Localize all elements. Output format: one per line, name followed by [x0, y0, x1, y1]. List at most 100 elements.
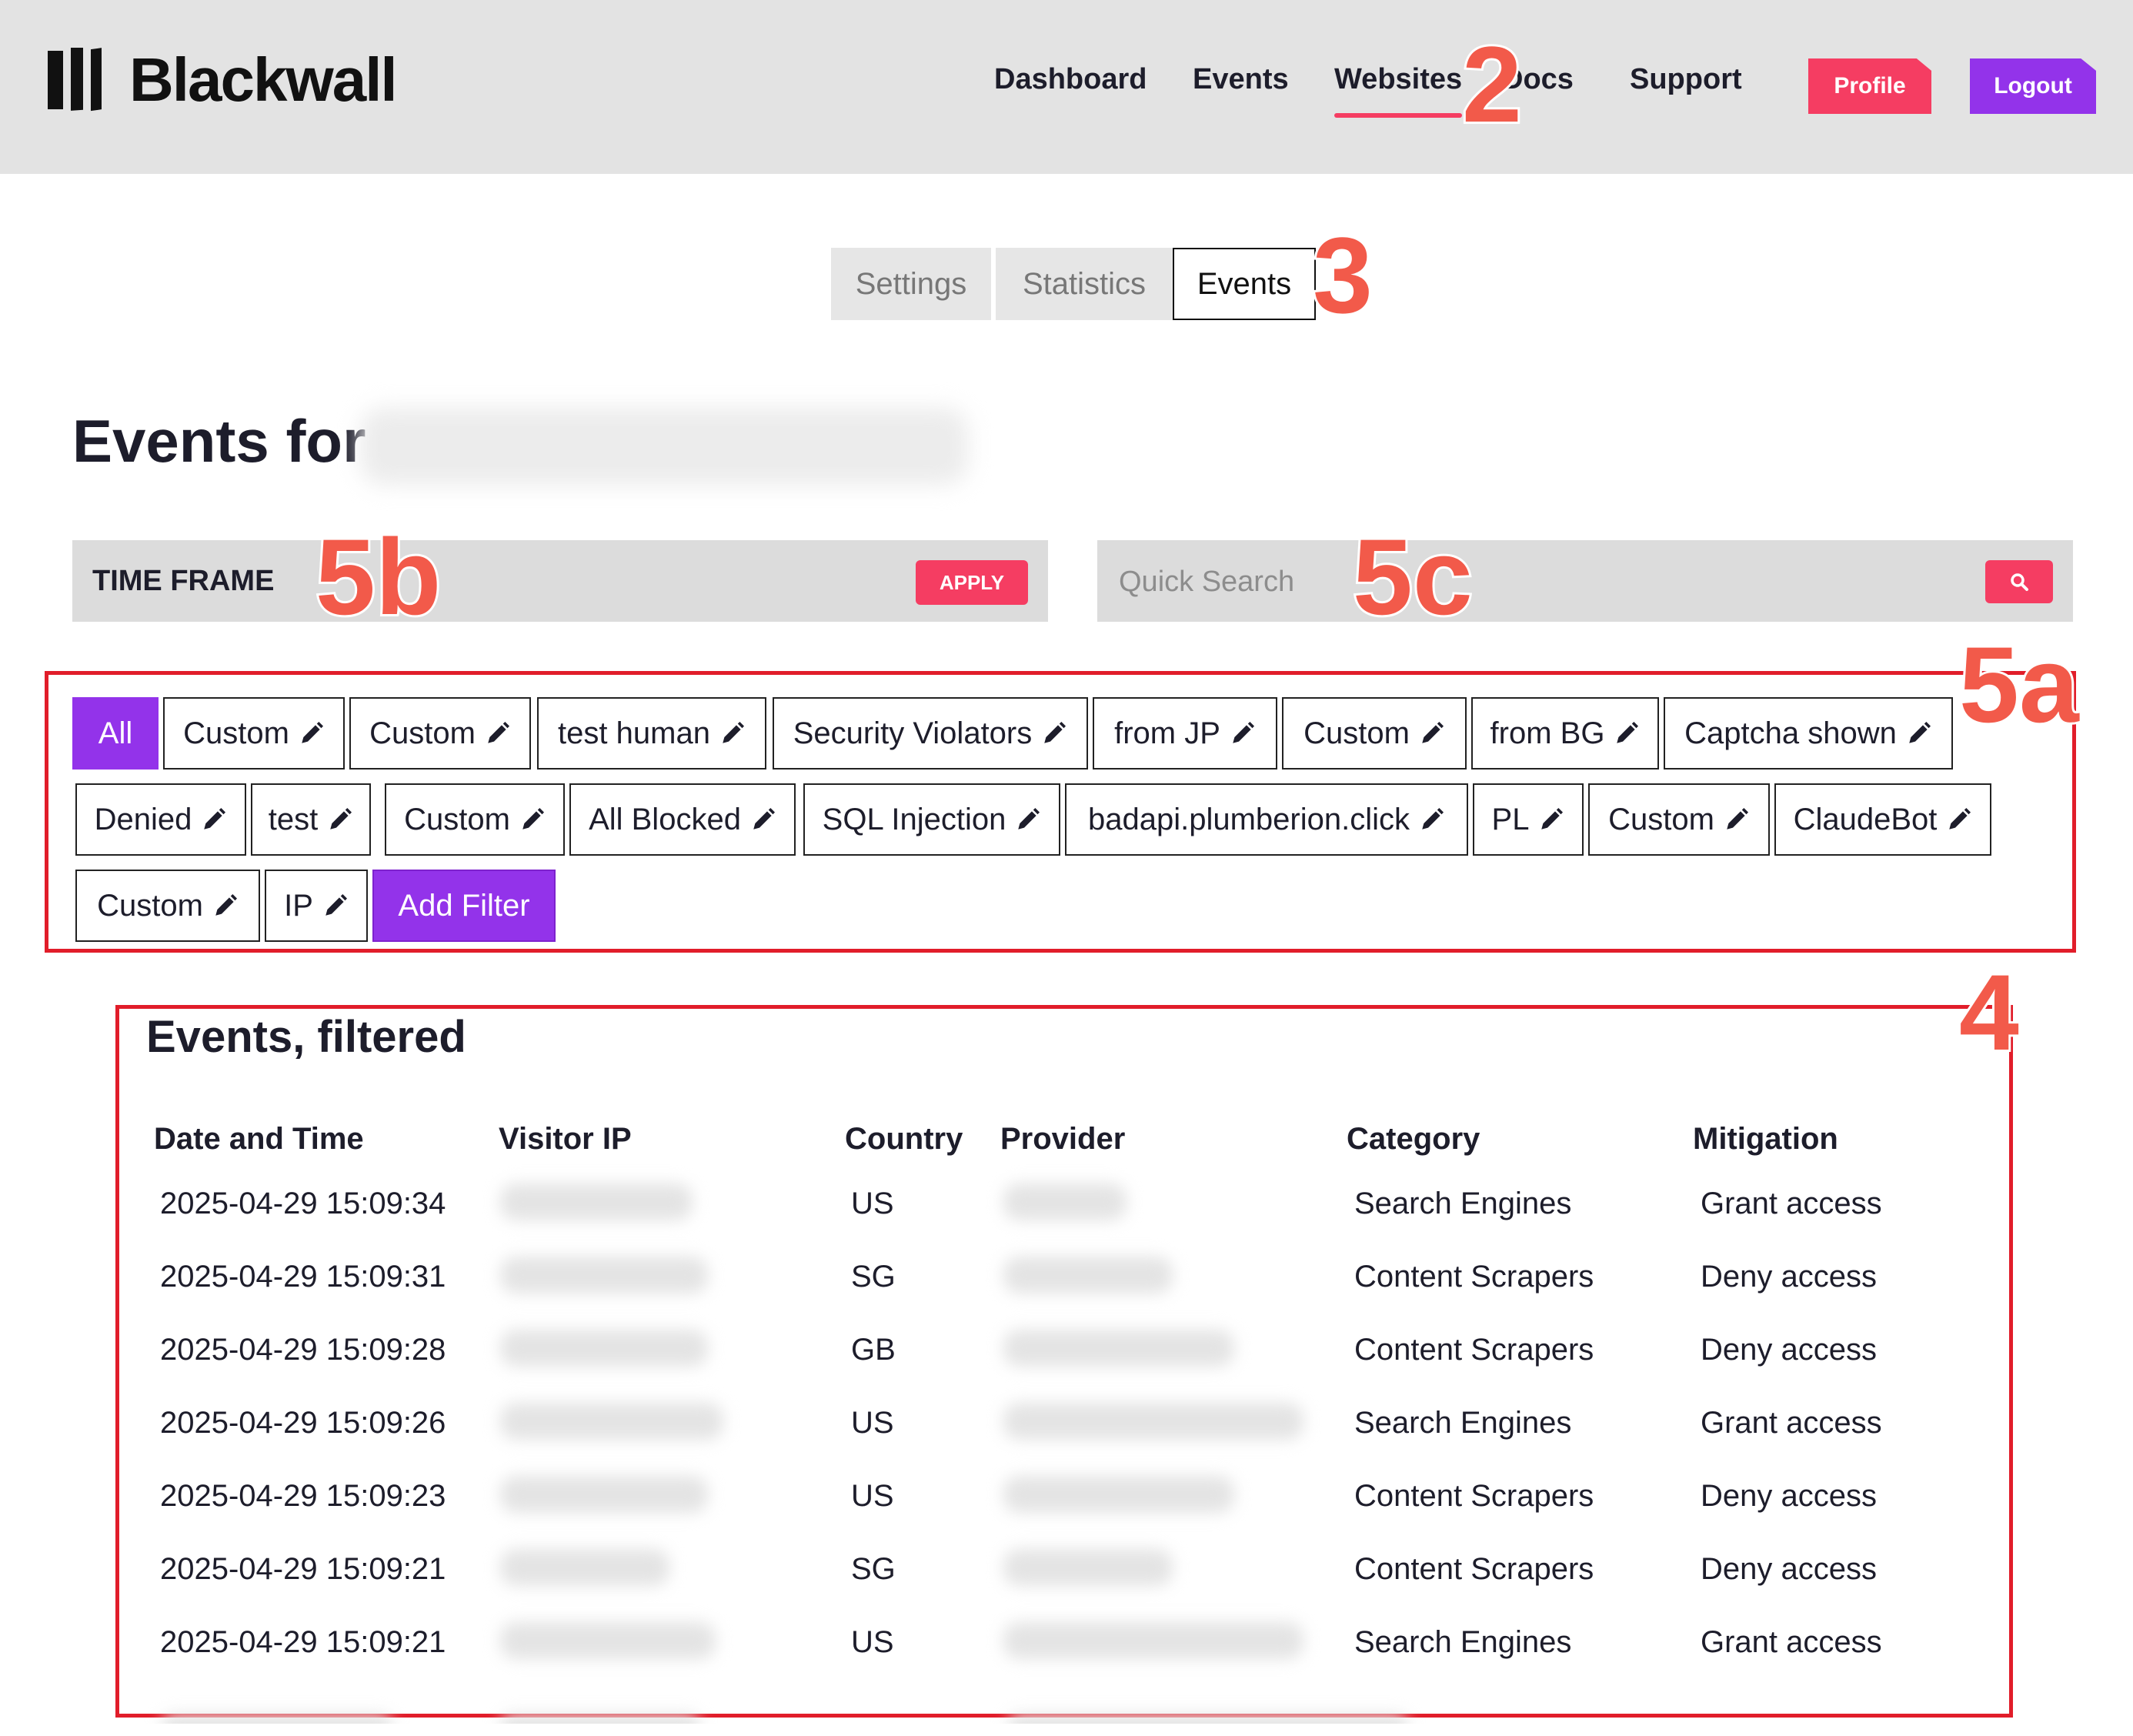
cell-provider-redacted: [1003, 1403, 1304, 1440]
pencil-icon: [325, 893, 347, 916]
cell-country: SG: [851, 1260, 896, 1294]
cell-country: US: [851, 1187, 894, 1220]
pencil-icon: [215, 893, 237, 916]
nav-events[interactable]: Events: [1193, 63, 1289, 96]
filter-chip[interactable]: Custom: [75, 870, 260, 942]
filter-chip[interactable]: PL: [1473, 783, 1584, 856]
column-mitigation[interactable]: Mitigation: [1693, 1122, 1838, 1157]
tab-settings[interactable]: Settings: [831, 248, 991, 320]
tab-events[interactable]: Events: [1173, 248, 1316, 320]
cell-datetime: 2025-04-29 15:09:34: [160, 1187, 446, 1220]
filter-chip[interactable]: Custom: [385, 783, 565, 856]
filter-chip[interactable]: All Blocked: [569, 783, 796, 856]
cell-category: Search Engines: [1354, 1187, 1572, 1220]
filter-chip[interactable]: SQL Injection: [803, 783, 1060, 856]
column-visitor-ip[interactable]: Visitor IP: [499, 1122, 632, 1157]
filter-label: ClaudeBot: [1793, 802, 1938, 836]
filter-chip[interactable]: test: [251, 783, 371, 856]
filter-label: from JP: [1114, 716, 1220, 750]
cell-visitor-ip-redacted: [500, 1183, 693, 1220]
cell-country: US: [851, 1406, 894, 1440]
filter-label: SQL Injection: [822, 802, 1006, 836]
tab-statistics[interactable]: Statistics: [996, 248, 1173, 320]
top-header: Blackwall Dashboard Events Websites Docs…: [0, 0, 2133, 174]
pencil-icon: [1018, 807, 1040, 830]
filter-label: IP: [284, 888, 313, 923]
cell-provider-redacted: [1003, 1549, 1173, 1586]
cell-country: SG: [851, 1552, 896, 1586]
annotation-2: 2: [1460, 24, 1524, 145]
cell-datetime: 2025-04-29 15:09:21: [160, 1625, 446, 1659]
filter-label: PL: [1491, 802, 1530, 836]
cell-category: Content Scrapers: [1354, 1552, 1594, 1586]
filter-chip[interactable]: badapi.plumberion.click: [1065, 783, 1468, 856]
filter-chip[interactable]: Custom: [163, 697, 345, 770]
cell-mitigation: Deny access: [1701, 1552, 1877, 1586]
column-category[interactable]: Category: [1347, 1122, 1480, 1157]
filter-label: All: [98, 716, 133, 750]
cell-visitor-ip-redacted: [500, 1257, 708, 1294]
column-country[interactable]: Country: [845, 1122, 963, 1157]
filter-chip[interactable]: from JP: [1093, 697, 1277, 770]
filter-chip[interactable]: Custom: [1588, 783, 1770, 856]
cell-visitor-ip-redacted: [500, 1330, 708, 1367]
pencil-icon: [1044, 721, 1066, 743]
pencil-icon: [488, 721, 509, 743]
cell-provider-redacted: [1003, 1330, 1234, 1367]
filter-label: Security Violators: [793, 716, 1033, 750]
cell-visitor-ip-redacted: [500, 1403, 723, 1440]
filter-label: from BG: [1490, 716, 1605, 750]
filter-label: Denied: [94, 802, 192, 836]
filter-chip[interactable]: ClaudeBot: [1774, 783, 1991, 856]
table-row-partial: [115, 1693, 2013, 1724]
time-frame-bar[interactable]: TIME FRAME APPLY: [72, 540, 1048, 622]
cell-datetime: 2025-04-29 15:09:26: [160, 1406, 446, 1440]
filter-all-button[interactable]: All: [72, 697, 159, 770]
filter-chip[interactable]: Custom: [1282, 697, 1467, 770]
nav-websites[interactable]: Websites: [1334, 63, 1463, 118]
pencil-icon: [723, 721, 744, 743]
brand-name: Blackwall: [129, 45, 398, 114]
filter-label: Add Filter: [398, 888, 530, 923]
profile-button[interactable]: Profile: [1808, 58, 1931, 114]
cell-country: US: [851, 1479, 894, 1513]
cell-category: Content Scrapers: [1354, 1333, 1594, 1367]
filter-chip[interactable]: IP: [265, 870, 368, 942]
pencil-icon: [1422, 721, 1444, 743]
pencil-icon: [1541, 807, 1564, 830]
search-button[interactable]: [1985, 560, 2053, 603]
cell-visitor-ip-redacted: [500, 1549, 669, 1586]
cell-mitigation: Grant access: [1701, 1187, 1882, 1220]
filter-chip[interactable]: Captcha shown: [1664, 697, 1953, 770]
column-date-time[interactable]: Date and Time: [154, 1122, 364, 1157]
filter-label: badapi.plumberion.click: [1087, 802, 1410, 836]
filter-chip[interactable]: test human: [537, 697, 766, 770]
filter-chip[interactable]: Custom: [349, 697, 531, 770]
filter-chip[interactable]: Security Violators: [773, 697, 1088, 770]
annotation-5c: 5c: [1350, 516, 1475, 637]
add-filter-button[interactable]: Add Filter: [372, 870, 556, 942]
cell-datetime: 2025-04-29 15:09:28: [160, 1333, 446, 1367]
nav-dashboard[interactable]: Dashboard: [994, 63, 1147, 96]
cell-category: Content Scrapers: [1354, 1479, 1594, 1513]
pencil-icon: [1617, 721, 1639, 743]
cell-mitigation: Deny access: [1701, 1333, 1877, 1367]
cell-provider-redacted: [1003, 1476, 1234, 1513]
pencil-icon: [1949, 807, 1971, 830]
column-provider[interactable]: Provider: [1000, 1122, 1125, 1157]
filter-label: All Blocked: [589, 802, 741, 836]
filter-chip[interactable]: Denied: [75, 783, 246, 856]
apply-button[interactable]: APPLY: [916, 560, 1028, 605]
brand-logo[interactable]: Blackwall: [48, 45, 398, 115]
pencil-icon: [1233, 721, 1254, 743]
cell-datetime: 2025-04-29 15:09:21: [160, 1552, 446, 1586]
logout-button[interactable]: Logout: [1970, 58, 2096, 114]
cell-mitigation: Grant access: [1701, 1406, 1882, 1440]
search-input[interactable]: [1117, 554, 1967, 609]
page-title: Events for: [72, 407, 366, 475]
filter-label: Captcha shown: [1684, 716, 1897, 750]
nav-support[interactable]: Support: [1630, 63, 1742, 96]
cell-provider-redacted: [1003, 1257, 1173, 1294]
filter-chip[interactable]: from BG: [1471, 697, 1659, 770]
cell-category: Search Engines: [1354, 1406, 1572, 1440]
